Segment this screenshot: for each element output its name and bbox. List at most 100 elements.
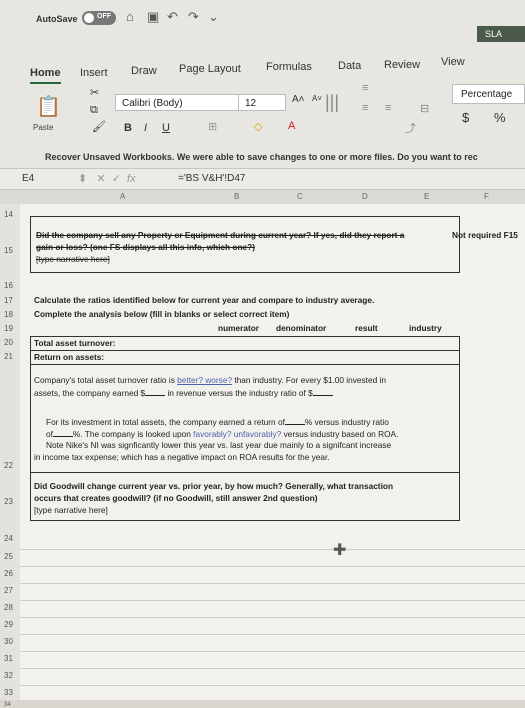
border-line xyxy=(30,272,460,273)
paste-icon[interactable]: 📋 xyxy=(36,94,61,119)
row-number[interactable]: 34 xyxy=(4,702,11,708)
favorable-dropdown[interactable]: favorably? unfavorably? xyxy=(193,429,281,439)
border-line xyxy=(30,216,31,272)
row-number[interactable]: 33 xyxy=(4,688,13,697)
cell-a22-line2[interactable]: assets, the company earned $ in revenue … xyxy=(34,387,333,399)
format-painter-icon[interactable]: 🖌 xyxy=(92,120,106,133)
cell-a15-narrative[interactable]: [type narrative here] xyxy=(36,254,110,265)
blank-field[interactable] xyxy=(312,387,333,396)
row-number[interactable]: 29 xyxy=(4,620,13,629)
cell-a22-line3[interactable]: For its investment in total assets, the … xyxy=(46,416,389,428)
cell-c19[interactable]: denominator xyxy=(276,323,326,334)
tab-data[interactable]: Data xyxy=(338,60,361,72)
align-center-icon[interactable]: ≡ xyxy=(385,102,391,114)
tab-insert[interactable]: Insert xyxy=(80,67,108,79)
cell-e19[interactable]: industry xyxy=(409,323,442,334)
col-header-b[interactable]: B xyxy=(234,192,239,201)
grid-line xyxy=(20,549,525,550)
cell-a20[interactable]: Total asset turnover: xyxy=(34,338,115,349)
cell-a18[interactable]: Complete the analysis below (fill in bla… xyxy=(34,309,289,320)
more-icon[interactable]: ⌄ xyxy=(208,9,219,25)
font-name-select[interactable]: Calibri (Body) xyxy=(115,94,241,111)
tab-view[interactable]: View xyxy=(441,56,465,68)
row-number[interactable]: 20 xyxy=(4,338,13,347)
row-number[interactable]: 15 xyxy=(4,246,13,255)
underline-button[interactable]: U xyxy=(162,122,170,134)
increase-font-icon[interactable]: A˄ xyxy=(292,94,305,105)
align-left-icon[interactable]: ≡ xyxy=(362,102,368,114)
orientation-icon[interactable]: ⤴ xyxy=(405,120,416,136)
cell-a22-line6[interactable]: in income tax expense; which has a negat… xyxy=(34,452,330,463)
cell-a23-narrative[interactable]: [type narrative here] xyxy=(34,505,108,516)
row-number[interactable]: 26 xyxy=(4,569,13,578)
number-format-select[interactable]: Percentage xyxy=(452,84,525,104)
save-icon[interactable]: ▣ xyxy=(147,9,159,25)
cut-icon[interactable]: ✂ xyxy=(90,86,99,99)
row-number[interactable]: 18 xyxy=(4,310,13,319)
tab-page-layout[interactable]: Page Layout xyxy=(179,63,241,75)
currency-button[interactable]: $ xyxy=(462,110,469,125)
tab-review[interactable]: Review xyxy=(384,59,420,71)
border-line xyxy=(30,472,460,473)
tab-draw[interactable]: Draw xyxy=(131,65,157,77)
font-color-icon[interactable]: A xyxy=(288,120,295,132)
row-number[interactable]: 28 xyxy=(4,603,13,612)
row-number[interactable]: 16 xyxy=(4,281,13,290)
cell-a22-line5[interactable]: Note Nike's NI was signficantly lower th… xyxy=(46,440,391,451)
merge-icon[interactable]: ⊟ xyxy=(420,102,429,115)
row-number[interactable]: 24 xyxy=(4,534,13,543)
fx-icon[interactable]: fx xyxy=(127,173,136,185)
italic-button[interactable]: I xyxy=(144,122,147,134)
row-number[interactable]: 19 xyxy=(4,324,13,333)
row-number[interactable]: 23 xyxy=(4,497,13,506)
blank-field[interactable] xyxy=(145,387,166,396)
better-worse-dropdown[interactable]: better? worse? xyxy=(177,375,232,385)
redo-icon[interactable]: ↷ xyxy=(188,9,199,25)
col-header-e[interactable]: E xyxy=(424,192,429,201)
col-header-a[interactable]: A xyxy=(120,192,125,201)
borders-icon[interactable]: ⊞ xyxy=(208,120,217,133)
cell-a22-line1[interactable]: Company's total asset turnover ratio is … xyxy=(34,375,386,386)
ribbon: AutoSave OFF ⌂ ▣ ↶ ↷ ⌄ SLA Home Insert D… xyxy=(0,0,525,146)
percent-button[interactable]: % xyxy=(494,110,506,125)
row-number[interactable]: 17 xyxy=(4,296,13,305)
row-number[interactable]: 31 xyxy=(4,654,13,663)
row-number[interactable]: 21 xyxy=(4,352,13,361)
col-header-f[interactable]: F xyxy=(484,192,489,201)
row-number[interactable]: 22 xyxy=(4,461,13,470)
row-number[interactable]: 14 xyxy=(4,210,13,219)
autosave-toggle[interactable]: OFF xyxy=(82,11,116,25)
cell-a15-question[interactable]: Did the company sell any Property or Equ… xyxy=(36,230,466,241)
cell-f15-note[interactable]: Not required F15 xyxy=(452,230,518,241)
fill-color-icon[interactable]: ◇ xyxy=(254,120,262,133)
cell-a21[interactable]: Return on assets: xyxy=(34,352,104,363)
formula-cancel-confirm-icons[interactable]: ⬍ ✕ ✓ fx xyxy=(78,172,136,185)
blank-field[interactable] xyxy=(284,416,305,425)
cell-b19[interactable]: numerator xyxy=(218,323,259,334)
copy-icon[interactable]: ⧉ xyxy=(90,104,98,117)
bold-button[interactable]: B xyxy=(124,122,132,134)
cell-a23-line2[interactable]: occurs that creates goodwill? (if no Goo… xyxy=(34,493,318,504)
blank-field[interactable] xyxy=(52,428,73,437)
cell-a17[interactable]: Calculate the ratios identified below fo… xyxy=(34,295,374,306)
tab-formulas[interactable]: Formulas xyxy=(266,61,312,73)
formula-input[interactable]: ='BS V&H'!D47 xyxy=(178,173,245,184)
name-box[interactable]: E4 xyxy=(22,173,34,184)
cell-a22-line4[interactable]: of %. The company is looked upon favorabl… xyxy=(46,428,398,440)
align-top-icon[interactable]: ≡ xyxy=(362,82,368,94)
row-number[interactable]: 30 xyxy=(4,637,13,646)
recover-message-bar[interactable]: Recover Unsaved Workbooks. We were able … xyxy=(0,146,525,168)
cell-a23-line1[interactable]: Did Goodwill change current year vs. pri… xyxy=(34,481,393,492)
row-number[interactable]: 25 xyxy=(4,552,13,561)
text-segment: Company's total asset turnover ratio is xyxy=(34,375,175,385)
undo-icon[interactable]: ↶ xyxy=(167,9,178,25)
cell-d19[interactable]: result xyxy=(355,323,378,334)
row-number[interactable]: 27 xyxy=(4,586,13,595)
decrease-font-icon[interactable]: A˅ xyxy=(312,94,322,103)
font-size-select[interactable]: 12 xyxy=(238,94,286,111)
col-header-d[interactable]: D xyxy=(362,192,368,201)
col-header-c[interactable]: C xyxy=(297,192,303,201)
indent-icon[interactable]: ||| xyxy=(325,92,339,113)
row-number[interactable]: 32 xyxy=(4,671,13,680)
home-icon[interactable]: ⌂ xyxy=(126,9,134,24)
